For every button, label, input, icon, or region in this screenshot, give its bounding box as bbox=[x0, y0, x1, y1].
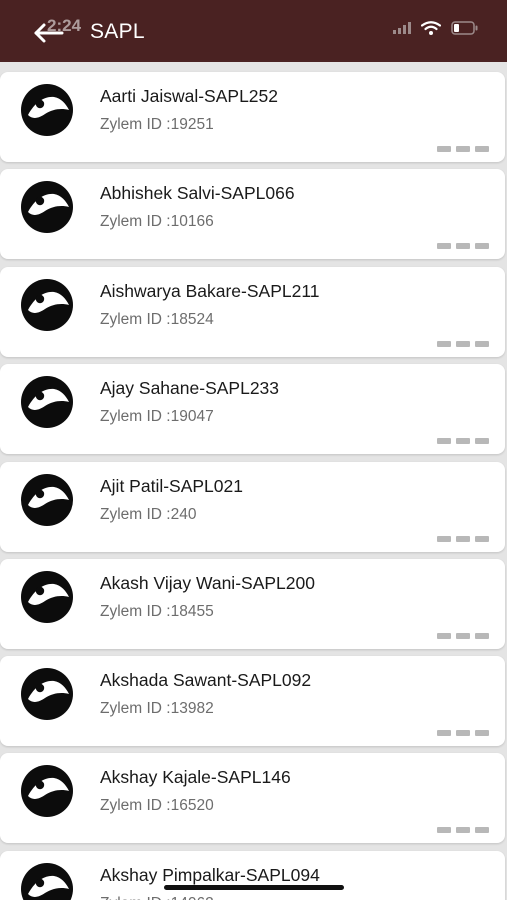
wifi-icon bbox=[421, 21, 441, 35]
image-placeholder-icon bbox=[21, 376, 73, 428]
contact-card[interactable]: Ajit Patil-SAPL021 Zylem ID :240 bbox=[0, 462, 505, 552]
contact-card[interactable]: Aishwarya Bakare-SAPL211 Zylem ID :18524 bbox=[0, 267, 505, 357]
contact-card[interactable]: Abhishek Salvi-SAPL066 Zylem ID :10166 bbox=[0, 169, 505, 259]
cellular-signal-icon bbox=[393, 22, 411, 34]
contact-card[interactable]: Ajay Sahane-SAPL233 Zylem ID :19047 bbox=[0, 364, 505, 454]
app-header: 2:24 SAPL bbox=[0, 0, 507, 62]
contact-zylem-id: Zylem ID :13982 bbox=[100, 700, 214, 717]
contact-name: Akshay Pimpalkar-SAPL094 bbox=[100, 865, 320, 885]
contact-zylem-id: Zylem ID :19251 bbox=[100, 116, 214, 133]
image-placeholder-icon bbox=[21, 765, 73, 817]
page-title: SAPL bbox=[90, 20, 145, 43]
contact-card[interactable]: Akash Vijay Wani-SAPL200 Zylem ID :18455 bbox=[0, 559, 505, 649]
image-placeholder-icon bbox=[21, 863, 73, 900]
contact-name: Abhishek Salvi-SAPL066 bbox=[100, 183, 295, 203]
contact-zylem-id: Zylem ID :18524 bbox=[100, 311, 214, 328]
image-placeholder-icon bbox=[21, 474, 73, 526]
back-button[interactable] bbox=[30, 18, 70, 48]
contact-card[interactable]: Akshada Sawant-SAPL092 Zylem ID :13982 bbox=[0, 656, 505, 746]
contact-card[interactable]: Aarti Jaiswal-SAPL252 Zylem ID :19251 bbox=[0, 72, 505, 162]
contact-name: Aarti Jaiswal-SAPL252 bbox=[100, 86, 278, 106]
more-options-icon[interactable] bbox=[437, 242, 489, 250]
image-placeholder-icon bbox=[21, 181, 73, 233]
contact-zylem-id: Zylem ID :14062 bbox=[100, 895, 214, 900]
status-icons bbox=[393, 20, 479, 36]
contact-name: Ajay Sahane-SAPL233 bbox=[100, 378, 280, 398]
contact-list[interactable]: Aarti Jaiswal-SAPL252 Zylem ID :19251 Abhi… bbox=[0, 62, 507, 900]
contact-name: Ajit Patil-SAPL021 bbox=[100, 476, 243, 496]
image-placeholder-icon bbox=[21, 668, 73, 720]
home-indicator[interactable] bbox=[164, 885, 344, 890]
contact-zylem-id: Zylem ID :240 bbox=[100, 506, 197, 523]
contact-name: Akash Vijay Wani-SAPL200 bbox=[100, 573, 315, 593]
more-options-icon[interactable] bbox=[437, 826, 489, 834]
image-placeholder-icon bbox=[21, 279, 73, 331]
more-options-icon[interactable] bbox=[437, 437, 489, 445]
more-options-icon[interactable] bbox=[437, 632, 489, 640]
contact-card[interactable]: Akshay Kajale-SAPL146 Zylem ID :16520 bbox=[0, 753, 505, 843]
contact-zylem-id: Zylem ID :19047 bbox=[100, 408, 214, 425]
more-options-icon[interactable] bbox=[437, 340, 489, 348]
more-options-icon[interactable] bbox=[437, 535, 489, 543]
contact-name: Akshay Kajale-SAPL146 bbox=[100, 767, 291, 787]
back-arrow-icon bbox=[34, 23, 64, 43]
contact-name: Aishwarya Bakare-SAPL211 bbox=[100, 281, 320, 301]
contact-name: Akshada Sawant-SAPL092 bbox=[100, 670, 312, 690]
more-options-icon[interactable] bbox=[437, 145, 489, 153]
battery-low-icon bbox=[451, 21, 478, 35]
contact-card[interactable]: Akshay Pimpalkar-SAPL094 Zylem ID :14062 bbox=[0, 851, 505, 900]
contact-zylem-id: Zylem ID :18455 bbox=[100, 603, 214, 620]
more-options-icon[interactable] bbox=[437, 729, 489, 737]
contact-zylem-id: Zylem ID :10166 bbox=[100, 213, 214, 230]
image-placeholder-icon bbox=[21, 84, 73, 136]
image-placeholder-icon bbox=[21, 571, 73, 623]
contact-zylem-id: Zylem ID :16520 bbox=[100, 797, 214, 814]
